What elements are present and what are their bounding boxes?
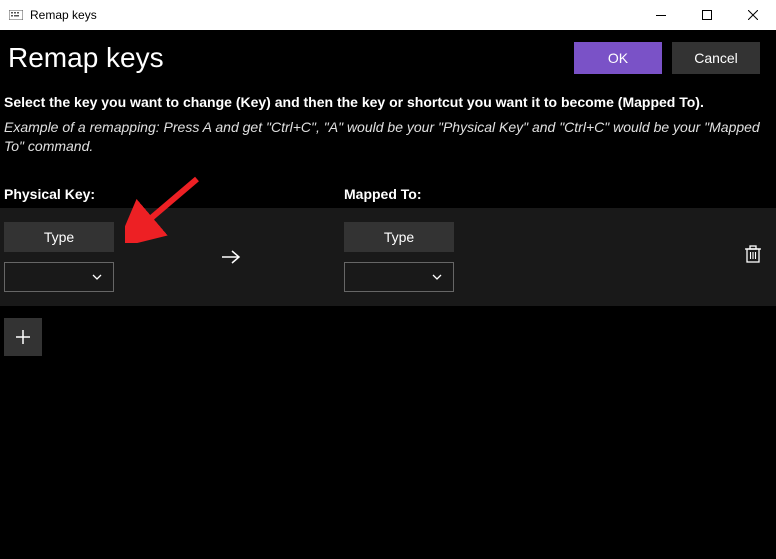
column-labels: Physical Key: Mapped To: <box>0 164 776 208</box>
mapped-type-button[interactable]: Type <box>344 222 454 252</box>
mapped-to-column: Type <box>344 222 524 292</box>
physical-type-button[interactable]: Type <box>4 222 114 252</box>
physical-key-column: Type <box>4 222 184 292</box>
minimize-button[interactable] <box>638 0 684 30</box>
chevron-down-icon <box>431 271 443 283</box>
maps-to-arrow <box>184 245 344 269</box>
page-title: Remap keys <box>8 42 164 74</box>
mapping-row: Type Type <box>0 208 776 306</box>
trash-icon <box>744 244 762 264</box>
mapped-to-label: Mapped To: <box>344 186 422 202</box>
header-actions: OK Cancel <box>574 42 760 74</box>
instruction-main: Select the key you want to change (Key) … <box>4 94 768 110</box>
header: Remap keys OK Cancel <box>0 30 776 94</box>
maximize-button[interactable] <box>684 0 730 30</box>
physical-key-dropdown[interactable] <box>4 262 114 292</box>
close-button[interactable] <box>730 0 776 30</box>
window-title: Remap keys <box>30 8 638 22</box>
add-mapping-button[interactable] <box>4 318 42 356</box>
instructions: Select the key you want to change (Key) … <box>0 94 776 164</box>
physical-key-label: Physical Key: <box>4 186 344 202</box>
cancel-button[interactable]: Cancel <box>672 42 760 74</box>
window-titlebar: Remap keys <box>0 0 776 30</box>
instruction-example: Example of a remapping: Press A and get … <box>4 118 768 156</box>
ok-button[interactable]: OK <box>574 42 662 74</box>
plus-icon <box>15 329 31 345</box>
chevron-down-icon <box>91 271 103 283</box>
delete-column <box>744 244 762 269</box>
app-icon <box>8 9 24 21</box>
delete-row-button[interactable] <box>744 244 762 269</box>
add-row-container <box>0 306 776 364</box>
arrow-right-icon <box>219 245 243 269</box>
mapped-key-dropdown[interactable] <box>344 262 454 292</box>
